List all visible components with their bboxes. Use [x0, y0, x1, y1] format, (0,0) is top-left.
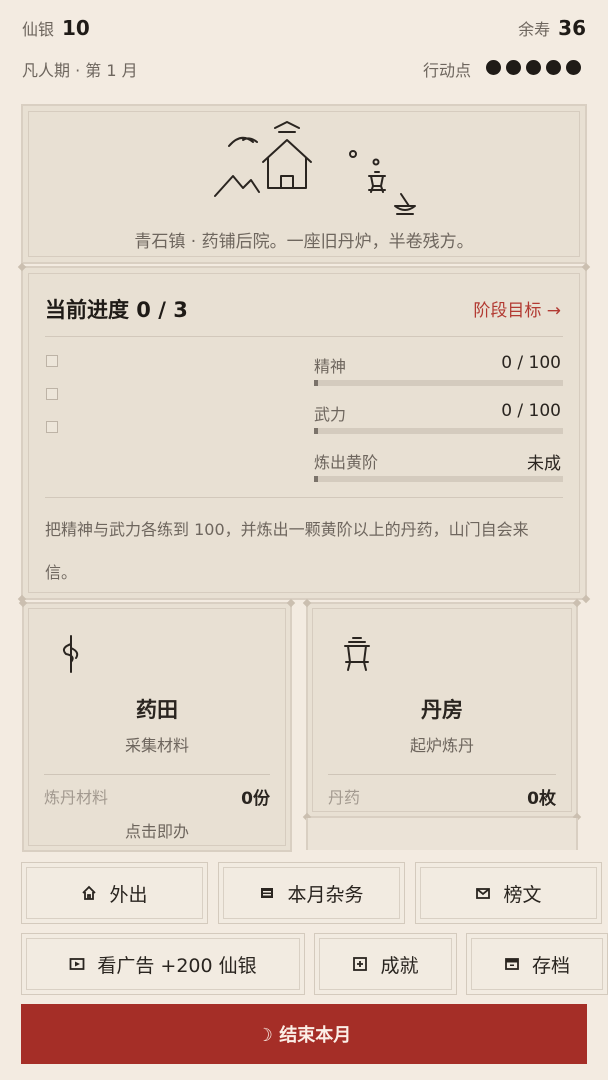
scene-panel: 青石镇 · 药铺后院。一座旧丹炉，半卷残方。: [21, 104, 587, 264]
achievements-label: 成就: [380, 954, 419, 977]
herb-material-value: 0份: [241, 789, 270, 809]
action-points-dots: [481, 59, 581, 79]
monthly-tasks-button[interactable]: 本月杂务: [218, 862, 405, 924]
progress-title: 当前进度 0 / 3: [45, 298, 188, 322]
action-point-dot: [546, 59, 561, 75]
action-points: 行动点: [423, 57, 581, 81]
herb-field-card[interactable]: 药田 采集材料 炼丹材料 0份 点击即办: [18, 598, 296, 852]
archive-icon: [505, 958, 519, 970]
action-points-label: 行动点: [422, 61, 471, 80]
stat-spirit-label: 精神: [314, 357, 347, 376]
alchemy-room-card[interactable]: 丹房 起炉炼丹 丹药 0枚: [302, 598, 582, 822]
herb-sprout-icon: [62, 635, 79, 673]
divider: [328, 774, 556, 775]
plus-box-icon: [353, 957, 368, 971]
save-label: 存档: [531, 954, 570, 977]
stat-spirit-bar-fill: [314, 380, 318, 386]
silver-value: 10: [62, 16, 90, 40]
achievements-button[interactable]: 成就: [314, 933, 457, 995]
watch-ad-label: 看广告 +200 仙银: [97, 954, 257, 977]
stat-spirit-value: 0 / 100: [501, 353, 561, 373]
divider: [45, 336, 563, 337]
alchemy-room-subtitle: 起炉炼丹: [409, 736, 474, 755]
goal-checkbox-1: [46, 355, 58, 367]
herb-material-label: 炼丹材料: [44, 788, 109, 807]
action-point-dot: [486, 59, 501, 75]
notices-label: 榜文: [503, 883, 542, 906]
stage-goal-link[interactable]: 阶段目标 →: [473, 296, 561, 321]
lifespan-display: 余寿 36: [518, 16, 586, 40]
lifespan-value: 36: [558, 16, 586, 40]
action-point-dot: [566, 59, 581, 75]
scene-caption: 青石镇 · 药铺后院。一座旧丹炉，半卷残方。: [134, 232, 474, 252]
save-button[interactable]: 存档: [466, 933, 608, 995]
goal-checkbox-2: [46, 388, 58, 400]
end-month-label: ☽ 结束本月: [256, 1025, 352, 1046]
go-out-button[interactable]: 外出: [21, 862, 208, 924]
alchemy-room-card-extension: [306, 818, 578, 850]
mortar-icon: [394, 193, 416, 215]
bubble-icon: [349, 150, 357, 158]
stat-pill-bar-fill: [314, 476, 318, 482]
stat-pill-value: 未成: [527, 454, 561, 474]
watch-ad-button[interactable]: 看广告 +200 仙银: [21, 933, 305, 995]
stage-text: 凡人期 · 第 1 月: [22, 61, 138, 80]
scroll-icon: [261, 888, 274, 898]
divider: [44, 774, 270, 775]
monthly-tasks-label: 本月杂务: [287, 883, 364, 906]
furnace-icon: [368, 171, 386, 193]
action-point-dot: [526, 59, 541, 75]
herb-field-subtitle: 采集材料: [124, 736, 189, 755]
bird-icon: [228, 136, 258, 147]
stat-martial-value: 0 / 100: [501, 401, 561, 421]
stat-pill-bar: [314, 476, 563, 482]
stat-martial-bar-fill: [314, 428, 318, 434]
herb-field-title: 药田: [136, 698, 178, 722]
progress-description: 把精神与武力各练到 100，并炼出一颗黄阶以上的丹药，山门自会来信。: [45, 520, 529, 582]
herb-field-hint: 点击即办: [124, 822, 189, 841]
notices-button[interactable]: 榜文: [415, 862, 602, 924]
pill-value: 0枚: [527, 789, 556, 809]
end-month-button[interactable]: ☽ 结束本月: [21, 1004, 587, 1064]
go-out-label: 外出: [109, 883, 148, 906]
mail-icon: [476, 888, 491, 899]
house-icon: [262, 139, 312, 189]
mountain-icon: [214, 175, 260, 197]
divider: [45, 497, 563, 498]
scene-illustration: [214, 121, 416, 215]
silver-label: 仙银: [22, 20, 55, 39]
stat-spirit-bar: [314, 380, 563, 386]
stat-pill-label: 炼出黄阶: [314, 453, 379, 472]
goal-checkbox-3: [46, 421, 58, 433]
silver-display: 仙银 10: [22, 16, 90, 40]
furnace-icon: [344, 637, 370, 671]
video-icon: [69, 958, 85, 970]
lifespan-label: 余寿: [518, 20, 551, 39]
home-icon: [82, 885, 97, 900]
stat-martial-bar: [314, 428, 563, 434]
stat-martial-label: 武力: [314, 405, 347, 424]
alchemy-room-title: 丹房: [421, 698, 463, 722]
action-point-dot: [506, 59, 521, 75]
progress-panel: 当前进度 0 / 3 阶段目标 → 精神 0 / 100 武力 0 / 100 …: [17, 262, 591, 604]
pill-label: 丹药: [328, 788, 361, 807]
roof-icon: [274, 121, 300, 133]
